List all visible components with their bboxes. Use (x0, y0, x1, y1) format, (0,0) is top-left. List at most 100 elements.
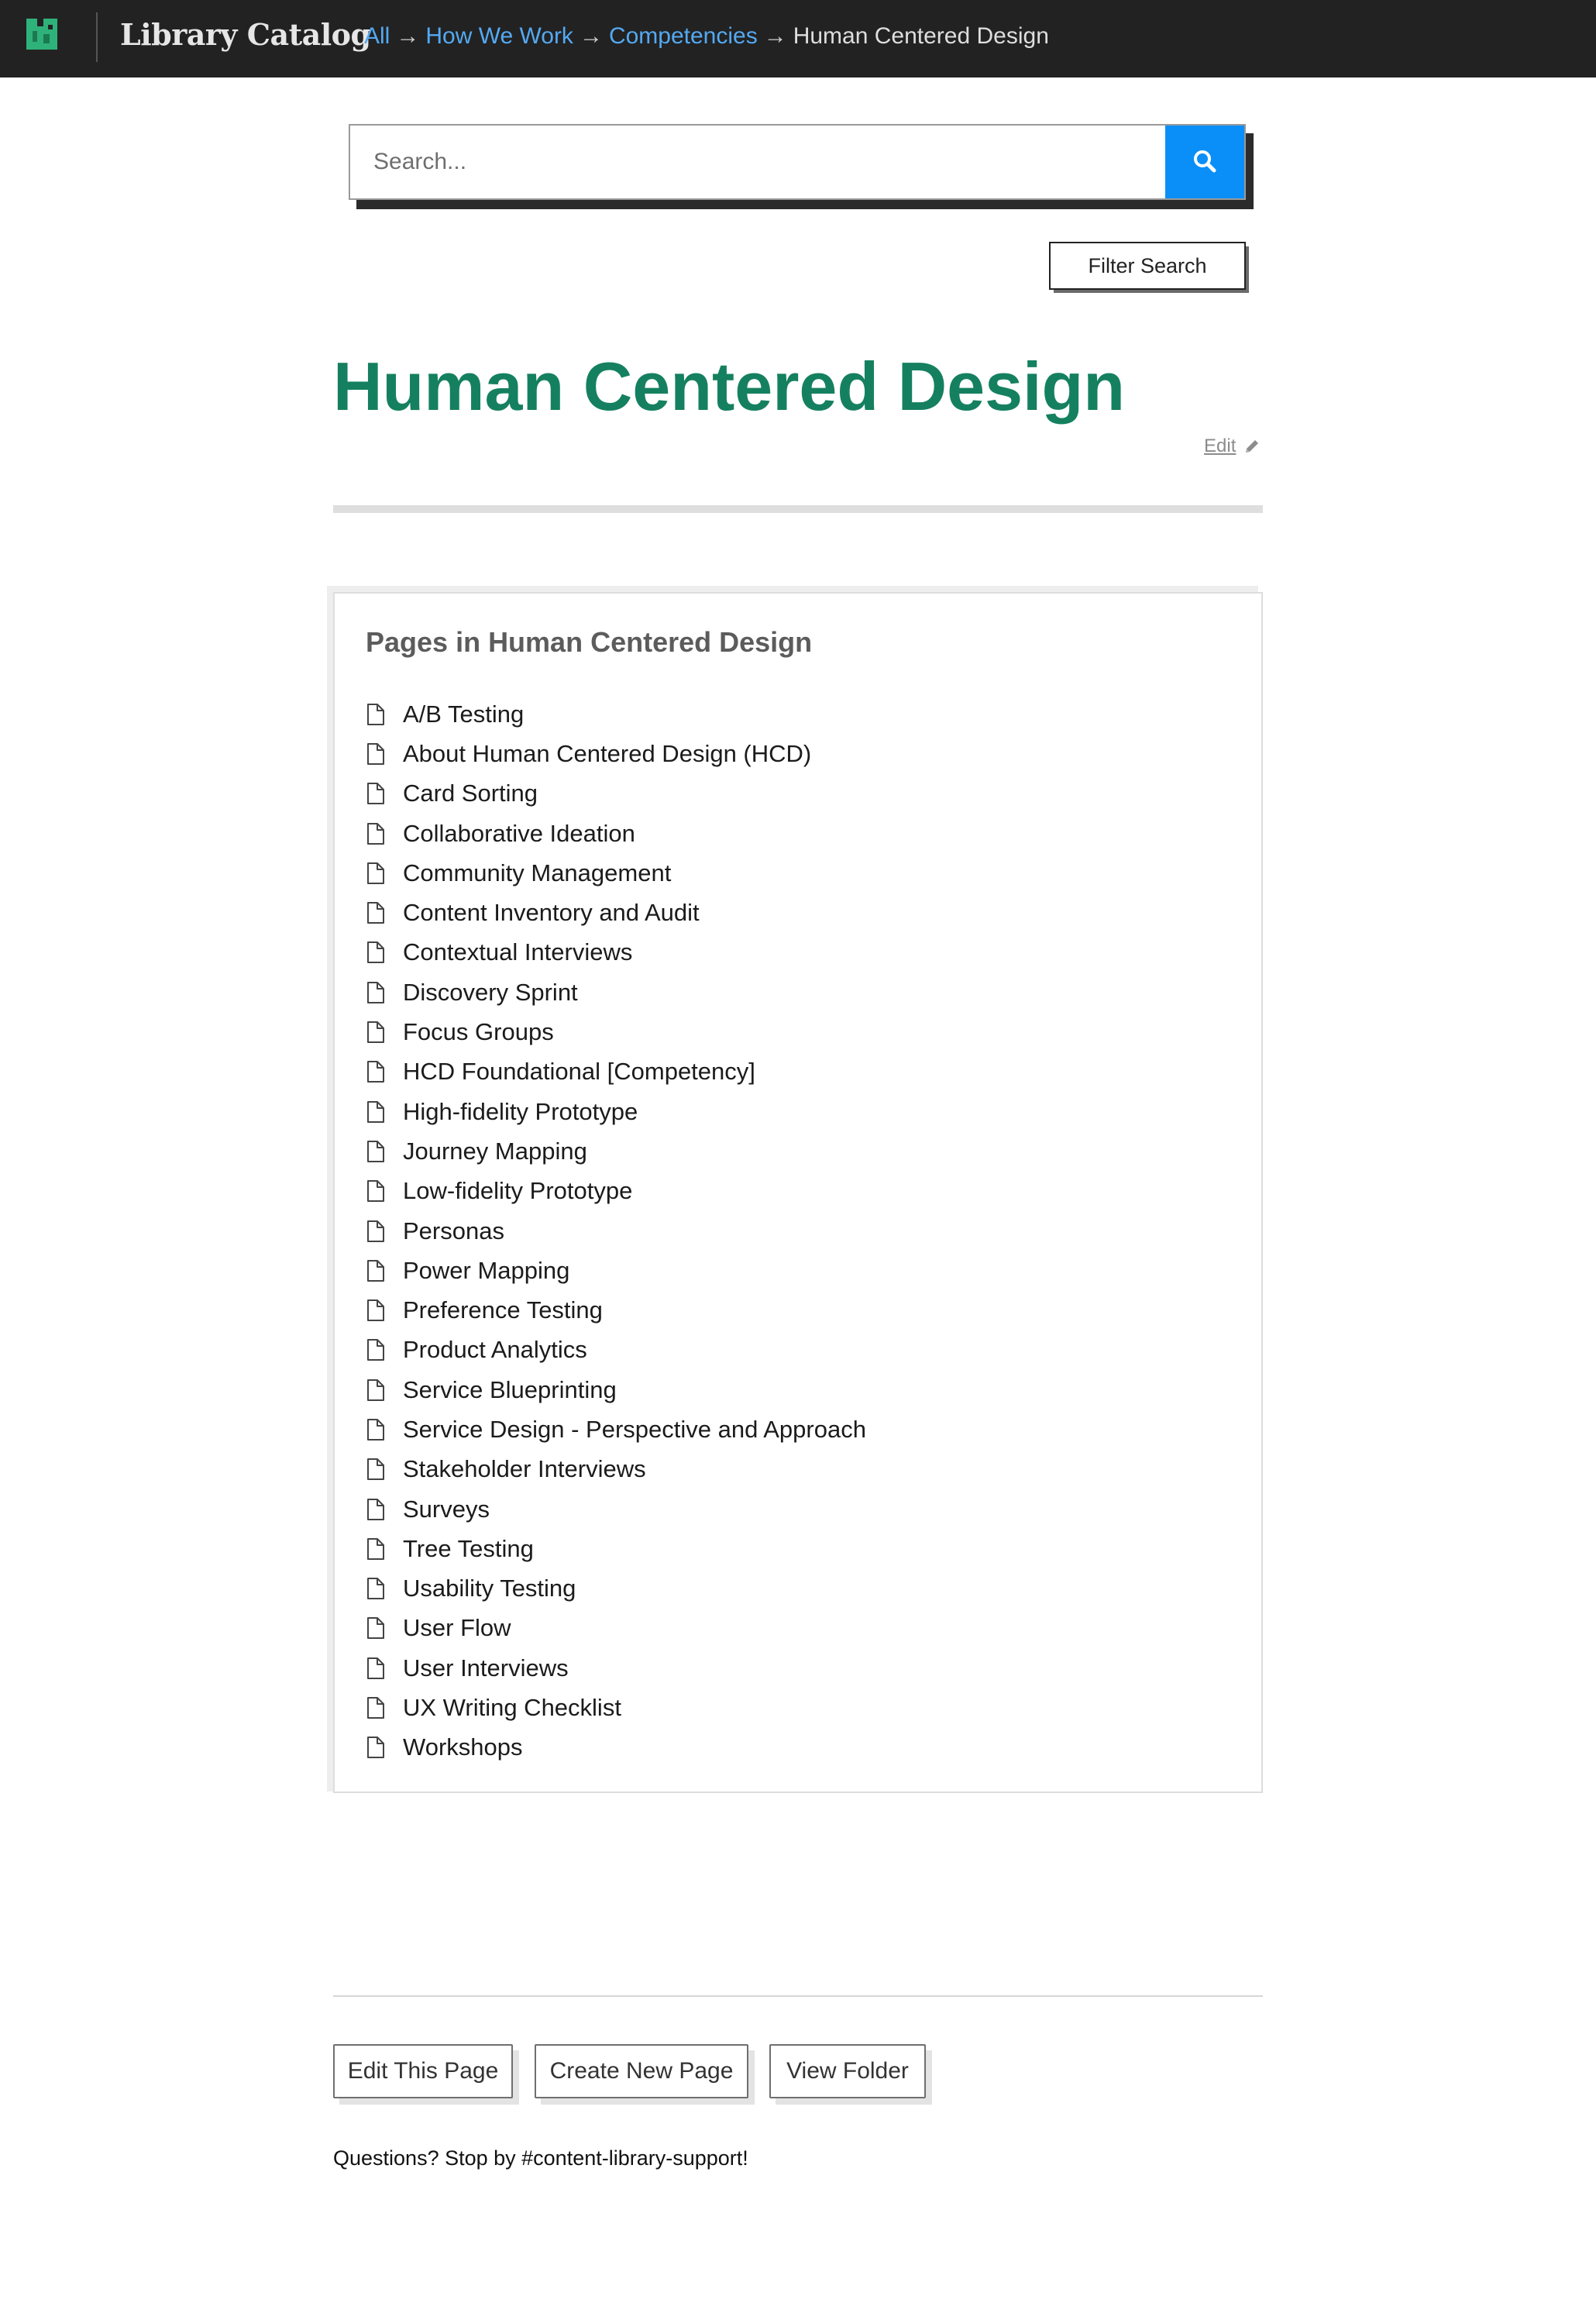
page-link[interactable]: Tree Testing (403, 1535, 534, 1563)
list-item: About Human Centered Design (HCD) (366, 734, 866, 773)
list-item: User Flow (366, 1609, 866, 1648)
view-folder-button[interactable]: View Folder (769, 2044, 926, 2098)
document-icon (366, 901, 386, 924)
search-box (349, 124, 1246, 200)
document-icon (366, 981, 386, 1004)
list-item: UX Writing Checklist (366, 1688, 866, 1727)
document-icon (366, 1338, 386, 1361)
pages-panel-heading: Pages in Human Centered Design (366, 626, 813, 658)
document-icon (366, 1657, 386, 1680)
document-icon (366, 1616, 386, 1640)
page-link[interactable]: Focus Groups (403, 1018, 554, 1046)
page-link[interactable]: HCD Foundational [Competency] (403, 1058, 755, 1086)
page-link[interactable]: Low-fidelity Prototype (403, 1177, 632, 1205)
list-item: Preference Testing (366, 1290, 866, 1330)
topbar-divider (96, 12, 98, 62)
page-link[interactable]: Contextual Interviews (403, 938, 632, 966)
edit-label: Edit (1204, 435, 1237, 456)
page-link[interactable]: Card Sorting (403, 780, 538, 807)
page-link[interactable]: Discovery Sprint (403, 979, 578, 1007)
document-icon (366, 1577, 386, 1600)
brand-title[interactable]: Library Catalog (120, 17, 371, 52)
list-item: Low-fidelity Prototype (366, 1172, 866, 1211)
support-text: Questions? Stop by #content-library-supp… (333, 2146, 748, 2170)
document-icon (366, 1379, 386, 1402)
list-item: User Interviews (366, 1648, 866, 1688)
document-icon (366, 1100, 386, 1124)
filter-search-button[interactable]: Filter Search (1049, 242, 1246, 290)
page-link[interactable]: Power Mapping (403, 1257, 569, 1285)
document-icon (366, 1498, 386, 1521)
document-icon (366, 1696, 386, 1719)
breadcrumb-separator: → (579, 23, 603, 49)
list-item: A/B Testing (366, 694, 866, 734)
page-link[interactable]: Stakeholder Interviews (403, 1455, 646, 1483)
list-item: Discovery Sprint (366, 972, 866, 1012)
list-item: Community Management (366, 853, 866, 893)
list-item: Service Blueprinting (366, 1370, 866, 1410)
document-icon (366, 1458, 386, 1481)
list-item: Journey Mapping (366, 1131, 866, 1171)
list-item: Content Inventory and Audit (366, 893, 866, 932)
page-link[interactable]: Collaborative Ideation (403, 820, 635, 848)
page-link[interactable]: UX Writing Checklist (403, 1694, 621, 1722)
list-item: Contextual Interviews (366, 933, 866, 972)
page-link[interactable]: Content Inventory and Audit (403, 899, 700, 927)
document-icon (366, 1140, 386, 1163)
document-icon (366, 1537, 386, 1561)
document-icon (366, 703, 386, 726)
page-link[interactable]: User Interviews (403, 1654, 569, 1682)
page-link[interactable]: Service Design - Perspective and Approac… (403, 1416, 866, 1444)
edit-this-page-button[interactable]: Edit This Page (333, 2044, 513, 2098)
list-item: Personas (366, 1211, 866, 1251)
page-link[interactable]: Product Analytics (403, 1336, 587, 1364)
breadcrumb-all[interactable]: All (364, 23, 390, 49)
breadcrumb: All → How We Work → Competencies → Human Cente… (364, 23, 1049, 50)
page-link[interactable]: Usability Testing (403, 1575, 576, 1602)
breadcrumb-competencies[interactable]: Competencies (609, 23, 758, 49)
list-item: Focus Groups (366, 1012, 866, 1052)
document-icon (366, 941, 386, 964)
page-link[interactable]: Journey Mapping (403, 1138, 587, 1165)
page-link[interactable]: Community Management (403, 859, 671, 887)
list-item: Service Design - Perspective and Approac… (366, 1410, 866, 1449)
document-icon (366, 1418, 386, 1441)
page-link[interactable]: Preference Testing (403, 1296, 603, 1324)
list-item: Power Mapping (366, 1251, 866, 1290)
list-item: Collaborative Ideation (366, 814, 866, 853)
page-link[interactable]: Surveys (403, 1496, 490, 1523)
title-divider (333, 505, 1263, 513)
search-button[interactable] (1165, 126, 1244, 198)
page-link[interactable]: Service Blueprinting (403, 1376, 617, 1404)
page-list: A/B Testing About Human Centered Design (… (366, 694, 866, 1768)
document-icon (366, 1179, 386, 1203)
page-link[interactable]: High-fidelity Prototype (403, 1098, 638, 1126)
pages-panel: Pages in Human Centered Design A/B Testi… (333, 592, 1263, 1793)
page-link[interactable]: Workshops (403, 1733, 523, 1761)
page-title: Human Centered Design (333, 348, 1125, 425)
search-input[interactable] (350, 126, 1167, 198)
create-new-page-button[interactable]: Create New Page (535, 2044, 748, 2098)
document-icon (366, 742, 386, 766)
breadcrumb-how-we-work[interactable]: How We Work (425, 23, 573, 49)
list-item: Workshops (366, 1728, 866, 1768)
document-icon (366, 1021, 386, 1044)
footer-divider (333, 1995, 1263, 1997)
page-link[interactable]: User Flow (403, 1614, 511, 1642)
document-icon (366, 822, 386, 845)
top-bar: Library Catalog All → How We Work → Competen… (0, 0, 1596, 77)
logo-icon[interactable] (26, 19, 57, 50)
page-link[interactable]: Personas (403, 1217, 504, 1245)
page-link[interactable]: About Human Centered Design (HCD) (403, 740, 811, 768)
list-item: Usability Testing (366, 1569, 866, 1609)
pencil-icon (1243, 438, 1261, 460)
list-item: HCD Foundational [Competency] (366, 1052, 866, 1092)
list-item: Stakeholder Interviews (366, 1450, 866, 1489)
list-item: Tree Testing (366, 1529, 866, 1568)
document-icon (366, 1220, 386, 1243)
edit-link[interactable]: Edit (1204, 435, 1261, 460)
breadcrumb-separator: → (763, 23, 787, 49)
breadcrumb-separator: → (396, 23, 420, 49)
document-icon (366, 1736, 386, 1759)
page-link[interactable]: A/B Testing (403, 700, 524, 728)
